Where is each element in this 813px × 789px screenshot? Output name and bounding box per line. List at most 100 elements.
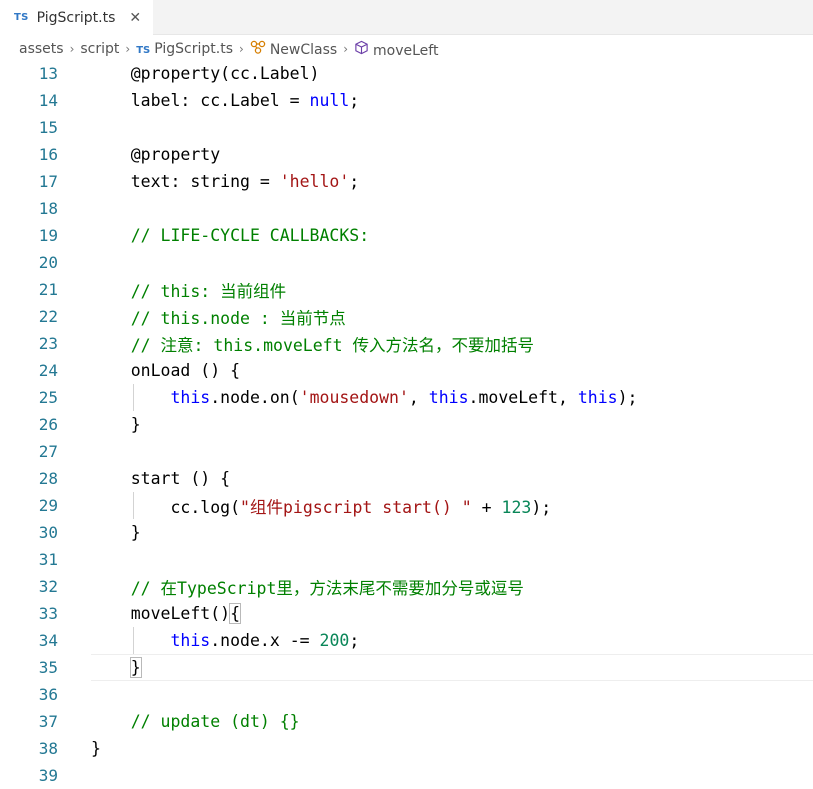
code-text: // LIFE-CYCLE CALLBACKS: — [91, 226, 369, 245]
code-token: 'hello' — [279, 172, 350, 191]
chevron-right-icon: › — [125, 42, 131, 56]
code-token: } — [91, 523, 141, 542]
code-token: onLoad () { — [91, 361, 241, 380]
code-line[interactable]: 15 — [0, 114, 813, 141]
code-line[interactable]: 34 this.node.x -= 200; — [0, 627, 813, 654]
code-token: + — [471, 497, 502, 517]
code-token: this — [170, 631, 211, 650]
line-number: 23 — [38, 334, 58, 353]
code-line[interactable]: 14 label: cc.Label = null; — [0, 87, 813, 114]
line-number: 34 — [38, 631, 58, 650]
code-token: 'mousedown' — [299, 388, 409, 407]
code-line[interactable]: 16 @property — [0, 141, 813, 168]
code-line[interactable]: 19 // LIFE-CYCLE CALLBACKS: — [0, 222, 813, 249]
code-text: this.node.on('mousedown', this.moveLeft,… — [91, 388, 637, 407]
code-line[interactable]: 36 — [0, 681, 813, 708]
code-token: { — [229, 603, 242, 624]
code-token: } — [91, 739, 101, 758]
code-token: ); — [617, 388, 638, 407]
breadcrumb-item-file[interactable]: TS PigScript.ts — [136, 41, 233, 57]
code-line[interactable]: 28 start () { — [0, 465, 813, 492]
code-line[interactable]: 31 — [0, 546, 813, 573]
code-text: label: cc.Label = null; — [91, 91, 360, 110]
code-token: @property(cc.Label) — [91, 64, 320, 83]
breadcrumb-item-assets[interactable]: assets — [19, 41, 64, 57]
code-line[interactable]: 30 } — [0, 519, 813, 546]
code-token: @property — [91, 145, 221, 164]
code-line[interactable]: 25 this.node.on('mousedown', this.moveLe… — [0, 384, 813, 411]
code-line[interactable]: 18 — [0, 195, 813, 222]
code-line[interactable]: 17 text: string = 'hello'; — [0, 168, 813, 195]
code-text: } — [91, 523, 141, 542]
code-line[interactable]: 27 — [0, 438, 813, 465]
code-line[interactable]: 23 // 注意: this.moveLeft 传入方法名，不要加括号 — [0, 330, 813, 357]
code-token: start () { — [91, 469, 231, 488]
close-icon[interactable]: ✕ — [129, 11, 141, 25]
line-number: 13 — [38, 64, 58, 83]
line-number: 17 — [38, 172, 58, 191]
typescript-file-icon: TS — [136, 45, 151, 56]
code-text: start () { — [91, 469, 230, 488]
code-token: text: string = — [91, 172, 280, 191]
code-line[interactable]: 24 onLoad () { — [0, 357, 813, 384]
code-token: ; — [349, 631, 360, 650]
code-text: // 在TypeScript里，方法末尾不需要加分号或逗号 — [91, 575, 524, 599]
breadcrumb-item-class[interactable]: NewClass — [250, 40, 337, 58]
tab-bar: TS PigScript.ts ✕ — [0, 0, 813, 35]
code-text: text: string = 'hello'; — [91, 172, 360, 191]
breadcrumb-file-label: PigScript.ts — [154, 41, 233, 57]
line-number: 21 — [38, 280, 58, 299]
line-number: 25 — [38, 388, 58, 407]
code-token: ); — [531, 497, 552, 517]
code-text: // this.node : 当前节点 — [91, 305, 346, 329]
typescript-file-icon: TS — [14, 12, 29, 23]
code-token: , — [408, 388, 429, 407]
code-text: } — [91, 739, 101, 758]
code-line[interactable]: 35 } — [0, 654, 813, 681]
indent-guide — [132, 492, 134, 519]
code-line[interactable]: 33 moveLeft(){ — [0, 600, 813, 627]
breadcrumb-item-method[interactable]: moveLeft — [354, 40, 438, 59]
tab-pigscript[interactable]: TS PigScript.ts ✕ — [0, 0, 153, 35]
code-text: @property — [91, 145, 220, 164]
code-line[interactable]: 32 // 在TypeScript里，方法末尾不需要加分号或逗号 — [0, 573, 813, 600]
code-line[interactable]: 29 cc.log("组件pigscript start() " + 123); — [0, 492, 813, 519]
chevron-right-icon: › — [69, 42, 75, 56]
code-text: moveLeft(){ — [91, 603, 242, 624]
code-token: 200 — [319, 631, 350, 650]
line-number: 29 — [38, 496, 58, 515]
line-number: 20 — [38, 253, 58, 272]
breadcrumb-method-label: moveLeft — [373, 42, 439, 59]
line-number: 22 — [38, 307, 58, 326]
code-text: // this: 当前组件 — [91, 278, 286, 302]
line-number: 39 — [38, 766, 58, 785]
code-token: .moveLeft, — [468, 388, 578, 407]
code-line[interactable]: 13 @property(cc.Label) — [0, 60, 813, 87]
code-token: 123 — [501, 497, 532, 517]
code-line[interactable]: 37 // update (dt) {} — [0, 708, 813, 735]
code-text: } — [91, 415, 141, 434]
line-number: 18 — [38, 199, 58, 218]
code-line[interactable]: 21 // this: 当前组件 — [0, 276, 813, 303]
chevron-right-icon: › — [343, 42, 348, 56]
code-token: ; — [349, 172, 360, 191]
line-number: 31 — [38, 550, 58, 569]
code-line[interactable]: 38} — [0, 735, 813, 762]
breadcrumb-item-script[interactable]: script — [80, 41, 119, 57]
code-editor[interactable]: 13 @property(cc.Label) 14 label: cc.Label… — [0, 60, 813, 789]
line-number: 19 — [38, 226, 58, 245]
line-number: 36 — [38, 685, 58, 704]
line-number: 26 — [38, 415, 58, 434]
indent-guide — [132, 384, 134, 411]
breadcrumb: assets › script › TS PigScript.ts › NewCl… — [0, 36, 813, 62]
code-line[interactable]: 20 — [0, 249, 813, 276]
line-number: 24 — [38, 361, 58, 380]
code-line[interactable]: 26 } — [0, 411, 813, 438]
code-token: moveLeft() — [91, 604, 231, 623]
code-line[interactable]: 39 — [0, 762, 813, 789]
code-token: .node.on( — [210, 388, 300, 407]
breadcrumb-class-label: NewClass — [269, 42, 338, 58]
code-line[interactable]: 22 // this.node : 当前节点 — [0, 303, 813, 330]
code-text: // 注意: this.moveLeft 传入方法名，不要加括号 — [91, 332, 534, 356]
